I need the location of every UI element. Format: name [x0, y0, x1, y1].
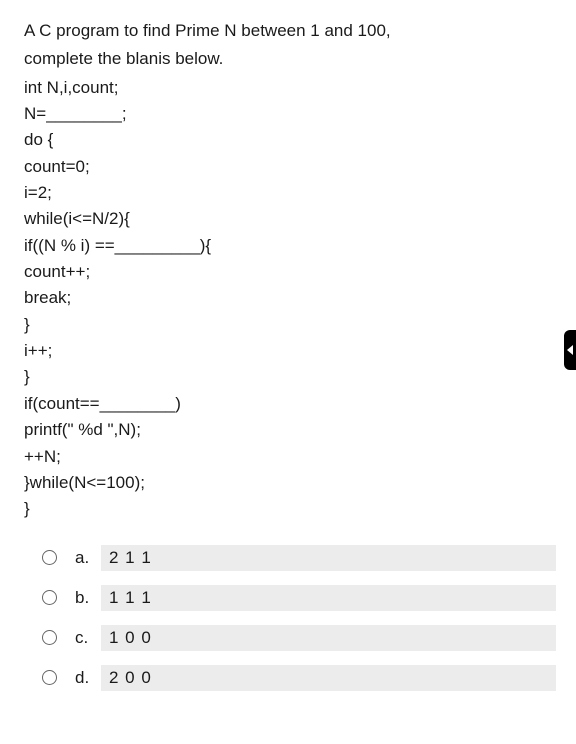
radio-b[interactable] — [42, 590, 57, 605]
option-a[interactable]: a. 2 1 1 — [42, 545, 556, 571]
option-b[interactable]: b. 1 1 1 — [42, 585, 556, 611]
option-c[interactable]: c. 1 0 0 — [42, 625, 556, 651]
code-line: if((N % i) ==_________){ — [24, 233, 556, 259]
code-line: break; — [24, 285, 556, 311]
code-line: } — [24, 312, 556, 338]
question-line-1: A C program to find Prime N between 1 an… — [24, 18, 556, 44]
code-line: ++N; — [24, 444, 556, 470]
radio-c[interactable] — [42, 630, 57, 645]
option-d[interactable]: d. 2 0 0 — [42, 665, 556, 691]
code-line: }while(N<=100); — [24, 470, 556, 496]
option-letter-a: a. — [75, 548, 101, 568]
code-line: int N,i,count; — [24, 75, 556, 101]
option-letter-d: d. — [75, 668, 101, 688]
code-line: count++; — [24, 259, 556, 285]
code-line: while(i<=N/2){ — [24, 206, 556, 232]
option-text-c: 1 0 0 — [101, 625, 556, 651]
code-line: } — [24, 496, 556, 522]
option-text-b: 1 1 1 — [101, 585, 556, 611]
code-line: do { — [24, 127, 556, 153]
code-line: N=________; — [24, 101, 556, 127]
option-text-d: 2 0 0 — [101, 665, 556, 691]
code-line: count=0; — [24, 154, 556, 180]
option-text-a: 2 1 1 — [101, 545, 556, 571]
option-letter-c: c. — [75, 628, 101, 648]
radio-a[interactable] — [42, 550, 57, 565]
side-nav-arrow-icon[interactable] — [564, 330, 576, 370]
option-letter-b: b. — [75, 588, 101, 608]
code-line: } — [24, 364, 556, 390]
code-line: i=2; — [24, 180, 556, 206]
options-group: a. 2 1 1 b. 1 1 1 c. 1 0 0 d. 2 0 0 — [42, 545, 556, 691]
radio-d[interactable] — [42, 670, 57, 685]
code-line: printf(" %d ",N); — [24, 417, 556, 443]
code-line: i++; — [24, 338, 556, 364]
question-line-2: complete the blanis below. — [24, 46, 556, 72]
code-line: if(count==________) — [24, 391, 556, 417]
